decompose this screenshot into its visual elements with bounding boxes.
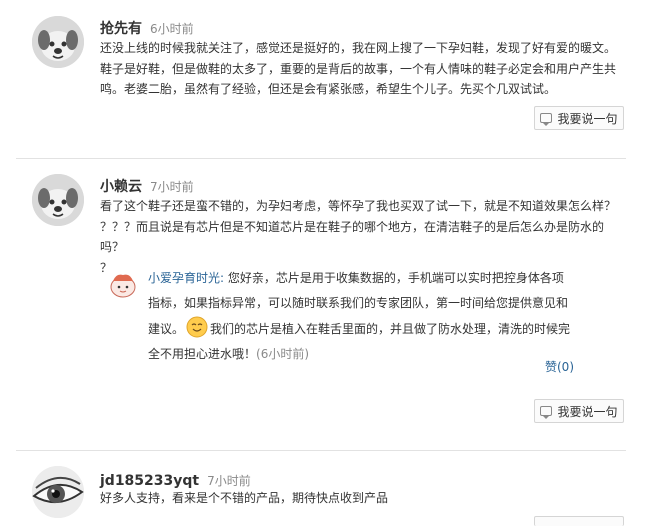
- mascot-avatar-icon: [110, 274, 136, 298]
- comment-line: 看了这个鞋子还是蛮不错的，为孕妇考虑，等怀孕了我也买双了试一下，就是不知道效果怎…: [100, 199, 617, 213]
- comment-header: 抢先有 6小时前: [100, 18, 194, 38]
- timestamp: 7小时前: [150, 180, 194, 194]
- reply-timestamp: (6小时前): [256, 347, 310, 361]
- comment-text: 还没上线的时候我就关注了，感觉还是挺好的，我在网上搜了一下孕妇鞋，发现了好有爱的…: [100, 38, 620, 100]
- reply-button-label: 我要说一句: [557, 404, 618, 419]
- official-reply: 小爱孕育时光: 您好亲，芯片是用于收集数据的，手机端可以实时把控身体各项 指标，…: [108, 268, 596, 368]
- username[interactable]: jd185233yqt: [100, 473, 199, 489]
- reply-button[interactable]: 我要说一句: [534, 399, 624, 423]
- comment-item: 抢先有 6小时前 还没上线的时候我就关注了，感觉还是挺好的，我在网上搜了一下孕妇鞋…: [0, 0, 646, 160]
- comment-line: 鸣。老婆二胎，虽然有了经验，但还是会有紧张感，希望生个儿子。先买个几双试试。: [100, 82, 557, 96]
- comment-line: ？？？而且说是有芯片但是不知道芯片是在鞋子的哪个地方，在清洁鞋子的是后怎么办是防…: [100, 219, 605, 255]
- comment-header: jd185233yqt 7小时前: [100, 470, 251, 490]
- comment-item: 小赖云 7小时前 看了这个鞋子还是蛮不错的，为孕妇考虑，等怀孕了我也买双了试一下，…: [0, 160, 646, 440]
- user-avatar[interactable]: [32, 16, 84, 68]
- comment-line: 还没上线的时候我就关注了，感觉还是挺好的，我在网上搜了一下孕妇鞋，发现了好有爱的…: [100, 41, 617, 55]
- eye-photo-avatar-icon: [32, 466, 84, 518]
- reply-line: 全不用担心进水哦！: [148, 347, 257, 361]
- reply-line: 我们的芯片是植入在鞋舌里面的，并且做了防水处理，清洗的时候完: [210, 322, 571, 336]
- comment-header: 小赖云 7小时前: [100, 176, 194, 196]
- comment-item: jd185233yqt 7小时前 好多人支持，看来是个不错的产品，期待快点收到产品: [0, 452, 646, 522]
- comment-divider: [16, 450, 626, 451]
- reply-line: 指标，如果指标异常，可以随时联系我们的专家团队，第一时间给您提供意见和: [148, 296, 569, 310]
- official-reply-text: 小爱孕育时光: 您好亲，芯片是用于收集数据的，手机端可以实时把控身体各项 指标，…: [148, 266, 588, 367]
- reply-button[interactable]: 我要说一句: [534, 106, 624, 130]
- comment-text: 好多人支持，看来是个不错的产品，期待快点收到产品: [100, 488, 620, 509]
- user-avatar[interactable]: [32, 174, 84, 226]
- official-avatar[interactable]: [108, 270, 138, 298]
- cartoon-dog-avatar-icon: [32, 174, 84, 226]
- reply-button-label: 我要说一句: [557, 111, 618, 126]
- reply-line: 建议。: [148, 322, 185, 336]
- username[interactable]: 抢先有: [100, 21, 142, 37]
- timestamp: 7小时前: [207, 474, 251, 488]
- like-button[interactable]: 赞(0): [545, 358, 574, 375]
- comment-divider: [16, 158, 626, 159]
- smile-emoji-icon: [186, 316, 208, 338]
- official-name[interactable]: 小爱孕育时光:: [148, 271, 224, 285]
- user-avatar[interactable]: [32, 466, 84, 518]
- reply-button-partial[interactable]: [534, 516, 624, 526]
- cartoon-dog-avatar-icon: [32, 16, 84, 68]
- username[interactable]: 小赖云: [100, 179, 142, 195]
- speech-bubble-icon: [540, 113, 553, 126]
- reply-line: 您好亲，芯片是用于收集数据的，手机端可以实时把控身体各项: [227, 271, 564, 285]
- comment-line: 好多人支持，看来是个不错的产品，期待快点收到产品: [100, 491, 389, 505]
- timestamp: 6小时前: [150, 22, 194, 36]
- speech-bubble-icon: [540, 406, 553, 419]
- comment-line: 鞋子是好鞋，但是做鞋的太多了，重要的是背后的故事，一个有人情味的鞋子必定会和用户…: [100, 61, 617, 76]
